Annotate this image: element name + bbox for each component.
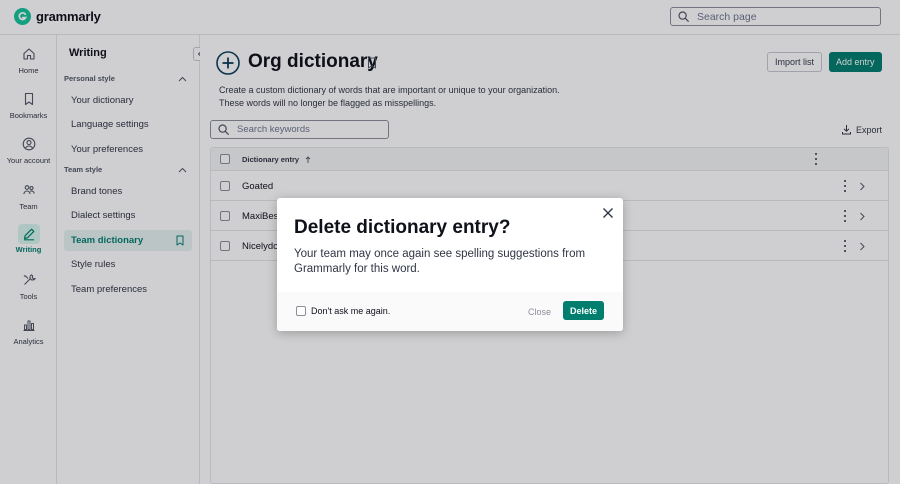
dialog-message: Your team may once again see spelling su…	[294, 248, 586, 275]
checkbox-box[interactable]	[296, 306, 306, 316]
close-button[interactable]: Close	[521, 302, 558, 321]
delete-entry-dialog: Delete dictionary entry? Your team may o…	[277, 198, 623, 331]
dialog-footer: Don't ask me again. Close Delete	[277, 292, 623, 331]
delete-button[interactable]: Delete	[563, 301, 605, 320]
close-icon[interactable]	[602, 207, 614, 219]
dont-ask-again-checkbox[interactable]: Don't ask me again.	[296, 306, 390, 316]
dialog-title: Delete dictionary entry?	[294, 217, 511, 238]
dont-ask-label: Don't ask me again.	[311, 306, 391, 316]
